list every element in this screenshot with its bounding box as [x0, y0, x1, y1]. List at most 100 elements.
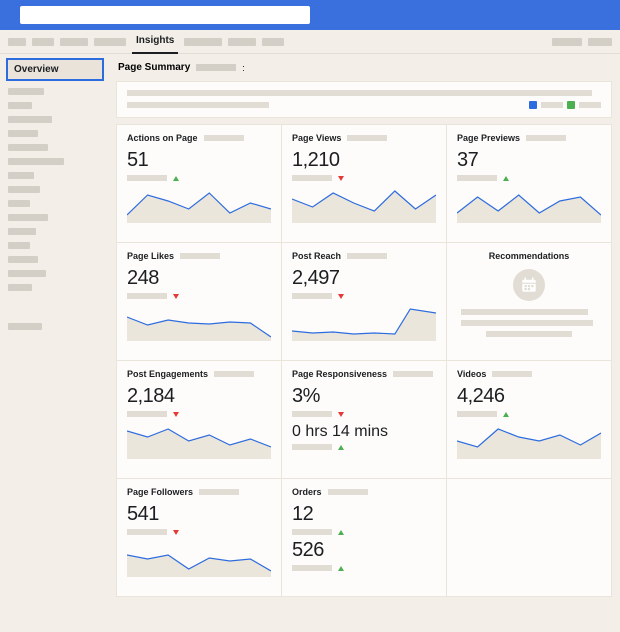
- sparkline-chart: [127, 539, 271, 577]
- search-input[interactable]: [20, 6, 310, 24]
- sidebar-item[interactable]: [8, 116, 52, 123]
- trend-up-icon: [173, 176, 179, 181]
- sparkline-chart: [457, 421, 601, 459]
- metric-value: 1,210: [292, 149, 436, 172]
- nav-tab[interactable]: [94, 38, 126, 46]
- card-recommendations[interactable]: Recommendations: [447, 243, 612, 361]
- card-title: Actions on Page: [127, 133, 198, 143]
- card-page-views[interactable]: Page Views 1,210: [282, 125, 447, 243]
- sparkline-chart: [292, 185, 436, 223]
- metric-value: 2,497: [292, 267, 436, 290]
- placeholder: [180, 253, 220, 259]
- nav-tab[interactable]: [228, 38, 256, 46]
- metric-value: 541: [127, 503, 271, 526]
- main-content: Page Summary : Actions on Page 51: [110, 54, 620, 632]
- calendar-icon: [513, 269, 545, 301]
- placeholder: [127, 529, 167, 535]
- sparkline-chart: [127, 421, 271, 459]
- card-title: Recommendations: [489, 251, 570, 261]
- nav-tab[interactable]: [262, 38, 284, 46]
- placeholder: [486, 331, 572, 337]
- legend-swatch: [567, 101, 575, 109]
- placeholder: [347, 253, 387, 259]
- sidebar-item[interactable]: [8, 284, 32, 291]
- sidebar-item[interactable]: [8, 242, 30, 249]
- sidebar-item[interactable]: [8, 256, 38, 263]
- card-empty: [447, 479, 612, 597]
- sidebar-item[interactable]: [8, 270, 46, 277]
- sidebar-item[interactable]: [8, 144, 48, 151]
- placeholder: [214, 371, 254, 377]
- sidebar-item[interactable]: [8, 186, 40, 193]
- sidebar-item[interactable]: [8, 88, 44, 95]
- trend-down-icon: [173, 530, 179, 535]
- page-summary-label: Page Summary: [118, 62, 190, 73]
- nav-tab[interactable]: [552, 38, 582, 46]
- card-page-likes[interactable]: Page Likes 248: [117, 243, 282, 361]
- sparkline-chart: [292, 303, 436, 341]
- legend-label: [579, 102, 601, 108]
- page-body: Overview Page Summary :: [0, 54, 620, 632]
- sidebar-item[interactable]: [8, 102, 32, 109]
- sidebar-item[interactable]: [8, 323, 42, 330]
- trend-up-icon: [503, 176, 509, 181]
- metric-value: 2,184: [127, 385, 271, 408]
- card-title: Page Previews: [457, 133, 520, 143]
- legend-swatch: [529, 101, 537, 109]
- sidebar-item[interactable]: [8, 214, 48, 221]
- card-title: Post Engagements: [127, 369, 208, 379]
- sparkline-chart: [127, 303, 271, 341]
- sidebar-item[interactable]: [8, 200, 30, 207]
- trend-up-icon: [338, 566, 344, 571]
- card-title: Page Responsiveness: [292, 369, 387, 379]
- placeholder: [196, 64, 236, 71]
- placeholder: [292, 293, 332, 299]
- placeholder: [292, 175, 332, 181]
- metric-value: 37: [457, 149, 601, 172]
- nav-tab[interactable]: [60, 38, 88, 46]
- tab-insights[interactable]: Insights: [132, 30, 178, 54]
- placeholder: [292, 444, 332, 450]
- placeholder: [292, 411, 332, 417]
- card-page-previews[interactable]: Page Previews 37: [447, 125, 612, 243]
- card-page-responsiveness[interactable]: Page Responsiveness 3% 0 hrs 14 mins: [282, 361, 447, 479]
- nav-tab[interactable]: [588, 38, 612, 46]
- trend-up-icon: [503, 412, 509, 417]
- placeholder: [461, 309, 588, 315]
- card-title: Page Likes: [127, 251, 174, 261]
- metrics-grid: Actions on Page 51 Page Views 1,210 Page…: [116, 124, 612, 597]
- placeholder: [204, 135, 244, 141]
- nav-tab[interactable]: [32, 38, 54, 46]
- sidebar-item[interactable]: [8, 130, 38, 137]
- sidebar-item[interactable]: [8, 228, 36, 235]
- placeholder: [292, 565, 332, 571]
- banner-text: [127, 90, 592, 96]
- metric-value: 248: [127, 267, 271, 290]
- nav-tab[interactable]: [8, 38, 26, 46]
- placeholder: [127, 411, 167, 417]
- placeholder: [492, 371, 532, 377]
- trend-up-icon: [338, 445, 344, 450]
- card-page-followers[interactable]: Page Followers 541: [117, 479, 282, 597]
- card-videos[interactable]: Videos 4,246: [447, 361, 612, 479]
- legend-label: [541, 102, 563, 108]
- trend-up-icon: [338, 530, 344, 535]
- top-bar: [0, 0, 620, 30]
- metric-value: 3%: [292, 385, 436, 408]
- card-post-engagements[interactable]: Post Engagements 2,184: [117, 361, 282, 479]
- card-title: Post Reach: [292, 251, 341, 261]
- card-post-reach[interactable]: Post Reach 2,497: [282, 243, 447, 361]
- sidebar: Overview: [0, 54, 110, 632]
- sidebar-item[interactable]: [8, 172, 34, 179]
- sidebar-item-overview[interactable]: Overview: [6, 58, 104, 81]
- metric-value-secondary: 526: [292, 539, 436, 562]
- card-actions-on-page[interactable]: Actions on Page 51: [117, 125, 282, 243]
- nav-tab[interactable]: [184, 38, 222, 46]
- summary-banner: [116, 81, 612, 118]
- placeholder: [461, 320, 593, 326]
- card-orders[interactable]: Orders 12 526: [282, 479, 447, 597]
- colon: :: [242, 63, 245, 73]
- metric-value: 12: [292, 503, 436, 526]
- card-title: Orders: [292, 487, 322, 497]
- sidebar-item[interactable]: [8, 158, 64, 165]
